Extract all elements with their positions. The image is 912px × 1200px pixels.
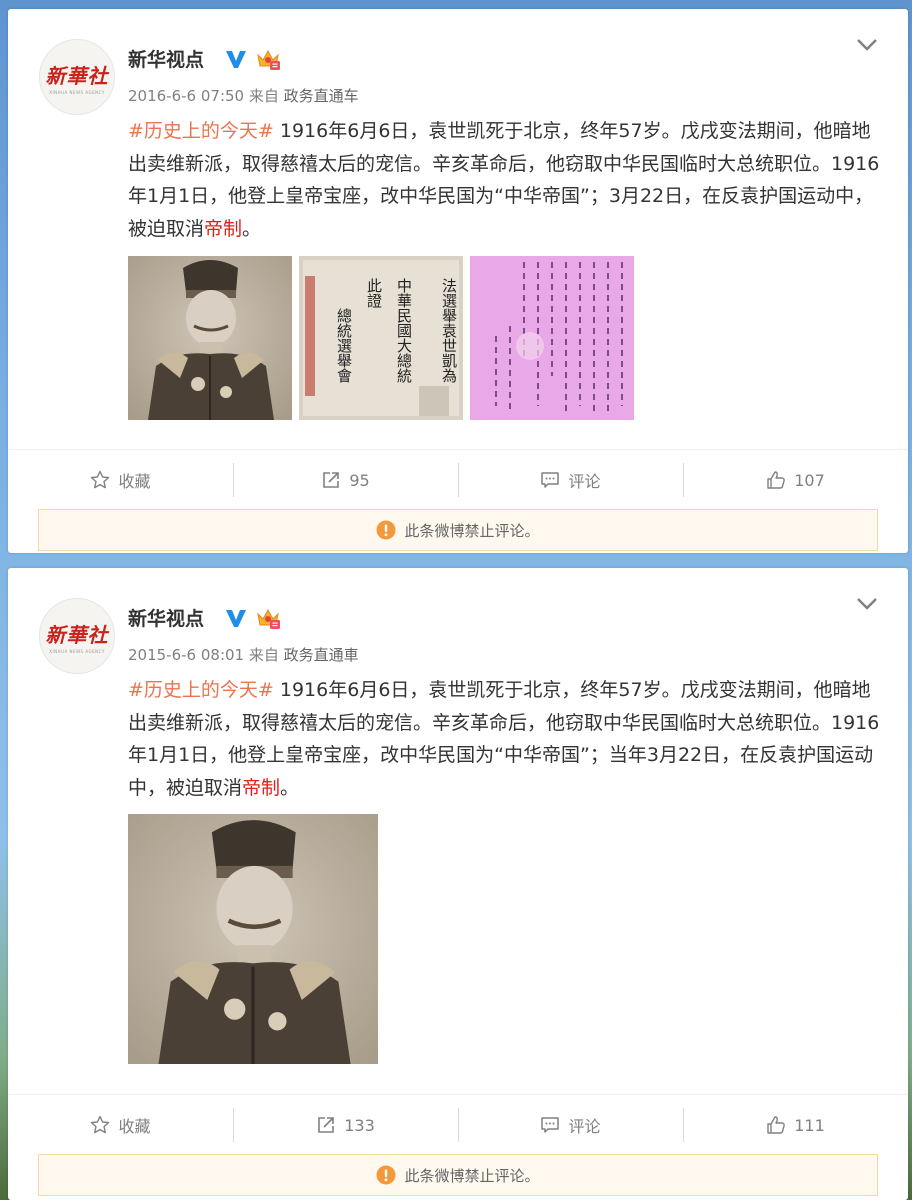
document-column-3: 此證 — [365, 278, 383, 308]
post-body-end: 。 — [242, 217, 262, 240]
portrait-photo — [128, 256, 292, 420]
hashtag-link[interactable]: #历史上的今天# — [128, 679, 274, 701]
post-image-portrait[interactable] — [128, 814, 378, 1064]
source-prefix: 来自 — [248, 646, 279, 664]
post-source[interactable]: 政务直通车 — [284, 87, 359, 105]
document-column-4: 總統選舉會 — [335, 307, 353, 383]
like-count: 111 — [794, 1115, 825, 1135]
star-icon — [91, 1115, 110, 1134]
comment-button[interactable]: 评论 — [458, 463, 683, 497]
certificate-photo: 法選舉袁世凱為 中華民國大總統 此證 總統選舉會 — [299, 256, 463, 420]
notice-text: 此条微博禁止评论。 — [404, 521, 540, 540]
chevron-down-icon[interactable] — [856, 37, 878, 53]
like-count: 107 — [794, 470, 825, 490]
post-image-decree[interactable] — [470, 256, 634, 420]
favorite-button[interactable]: 收藏 — [8, 463, 233, 497]
chevron-down-icon[interactable] — [856, 596, 878, 612]
share-icon — [323, 472, 340, 488]
comment-label: 评论 — [568, 472, 601, 491]
hashtag-link[interactable]: #历史上的今天# — [128, 120, 274, 142]
post-source[interactable]: 政务直通車 — [284, 646, 359, 664]
document-column-1: 法選舉袁世凱為 — [440, 278, 458, 383]
avatar-logo-subtext: XINHUA NEWS AGENCY — [49, 648, 105, 654]
like-button[interactable]: 111 — [683, 1108, 908, 1142]
warning-icon — [376, 1165, 396, 1185]
repost-count: 133 — [344, 1115, 375, 1135]
repost-button[interactable]: 95 — [233, 463, 458, 497]
keyword-link[interactable]: 帝制 — [204, 218, 242, 240]
keyword-link[interactable]: 帝制 — [242, 777, 280, 799]
vip-crown-icon[interactable] — [255, 606, 281, 630]
post-time[interactable]: 2015-6-6 08:01 — [128, 646, 244, 664]
post-time[interactable]: 2016-6-6 07:50 — [128, 87, 244, 105]
portrait-photo — [128, 814, 378, 1064]
post-meta: 2015-6-6 08:01 来自 政务直通車 — [128, 644, 359, 665]
avatar-logo-text: 新華社 — [45, 622, 109, 647]
favorite-button[interactable]: 收藏 — [8, 1108, 233, 1142]
action-bar: 收藏 133 评论 111 — [8, 1094, 908, 1155]
verified-icon[interactable] — [225, 608, 247, 628]
comment-disabled-notice: 此条微博禁止评论。 — [38, 1154, 878, 1196]
author-name[interactable]: 新华视点 — [128, 45, 204, 72]
warning-icon — [376, 520, 396, 540]
post-meta: 2016-6-6 07:50 来自 政务直通车 — [128, 85, 359, 106]
post-text: #历史上的今天# 1916年6月6日，袁世凯死于北京，终年57岁。戊戌变法期间，… — [128, 115, 880, 245]
favorite-label: 收藏 — [118, 1117, 151, 1136]
post-text: #历史上的今天# 1916年6月6日，袁世凯死于北京，终年57岁。戊戌变法期间，… — [128, 674, 880, 804]
decree-photo — [470, 256, 634, 420]
weibo-post: 新華社 XINHUA NEWS AGENCY 新华视点 2016-6-6 07:… — [8, 9, 908, 553]
source-prefix: 来自 — [248, 87, 279, 105]
avatar[interactable]: 新華社 XINHUA NEWS AGENCY — [39, 39, 115, 115]
avatar[interactable]: 新華社 XINHUA NEWS AGENCY — [39, 598, 115, 674]
action-bar: 收藏 95 评论 107 — [8, 449, 908, 510]
comment-disabled-notice: 此条微博禁止评论。 — [38, 509, 878, 551]
weibo-post: 新華社 XINHUA NEWS AGENCY 新华视点 2015-6-6 08:… — [8, 568, 908, 1200]
comment-icon — [541, 1117, 560, 1133]
post-image-portrait[interactable] — [128, 256, 292, 420]
repost-count: 95 — [349, 470, 370, 490]
comment-button[interactable]: 评论 — [458, 1108, 683, 1142]
share-icon — [318, 1117, 335, 1133]
document-column-2: 中華民國大總統 — [395, 278, 413, 383]
like-button[interactable]: 107 — [683, 463, 908, 497]
notice-text: 此条微博禁止评论。 — [404, 1166, 540, 1185]
post-image-certificate[interactable]: 法選舉袁世凱為 中華民國大總統 此證 總統選舉會 — [299, 256, 463, 420]
comment-label: 评论 — [568, 1117, 601, 1136]
verified-icon[interactable] — [225, 49, 247, 69]
thumb-up-icon — [767, 1116, 786, 1134]
vip-crown-icon[interactable] — [255, 47, 281, 71]
author-name[interactable]: 新华视点 — [128, 604, 204, 631]
thumb-up-icon — [767, 471, 786, 489]
favorite-label: 收藏 — [118, 472, 151, 491]
repost-button[interactable]: 133 — [233, 1108, 458, 1142]
star-icon — [91, 470, 110, 489]
avatar-logo-subtext: XINHUA NEWS AGENCY — [49, 89, 105, 95]
avatar-logo-text: 新華社 — [45, 63, 109, 88]
comment-icon — [541, 472, 560, 488]
post-body-end: 。 — [280, 776, 300, 799]
